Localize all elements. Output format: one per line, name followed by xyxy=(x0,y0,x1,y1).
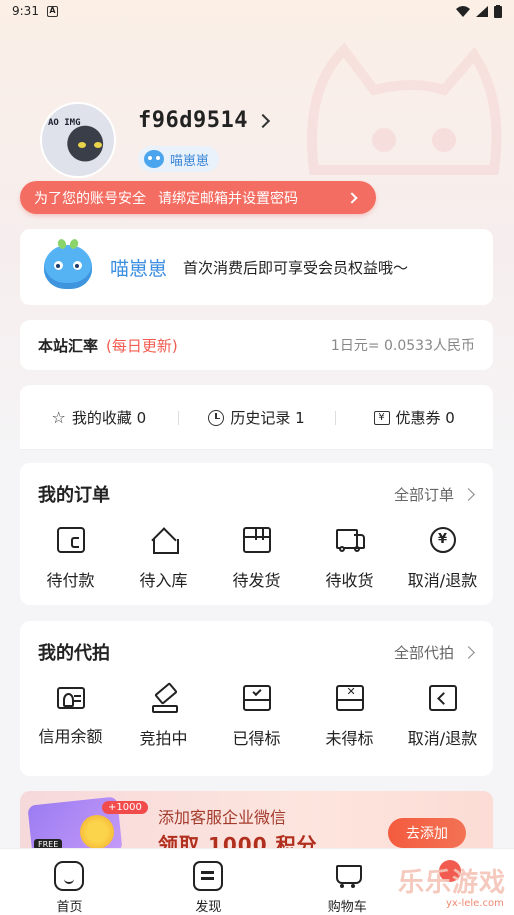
tab-home[interactable]: 首页 xyxy=(0,849,139,915)
proxy-lost[interactable]: ✕ 未得标 xyxy=(303,685,396,749)
wechat-promo-banner[interactable]: +1000 FREE 添加客服企业微信 领取 1000 积分 去添加 xyxy=(20,791,493,851)
tab-label: 购物车 xyxy=(327,900,367,915)
order-cancel-refund[interactable]: ¥ 取消/退款 xyxy=(396,527,489,591)
section-title: 我的订单 xyxy=(38,485,110,506)
chevron-right-icon xyxy=(346,191,358,204)
grid-label: 信用余额 xyxy=(38,727,103,746)
grid-label: 未得标 xyxy=(325,729,374,748)
clock-icon xyxy=(208,409,225,426)
security-alert-text2: 请绑定邮箱并设置密码 xyxy=(158,190,298,207)
favorites-label: 我的收藏 0 xyxy=(71,409,147,427)
all-orders-label: 全部订单 xyxy=(393,485,454,504)
tray-x-icon: ✕ xyxy=(335,685,364,711)
notification-a-icon: A xyxy=(46,5,58,17)
all-proxy-label: 全部代拍 xyxy=(393,643,454,662)
tab-label: 发现 xyxy=(195,900,222,915)
tab-discover[interactable]: 发现 xyxy=(139,849,278,915)
grid-label: 取消/退款 xyxy=(407,729,478,748)
return-icon xyxy=(428,685,457,711)
status-bar: 9:31 A xyxy=(0,0,514,22)
chevron-right-icon xyxy=(462,645,475,659)
order-pending-payment[interactable]: 待付款 xyxy=(24,527,117,591)
proxy-credit-balance[interactable]: 信用余额 xyxy=(24,685,117,749)
home-icon xyxy=(54,861,85,891)
security-alert-banner[interactable]: 为了您的账号安全 请绑定邮箱并设置密码 xyxy=(20,181,376,214)
refund-yen-icon: ¥ xyxy=(429,527,456,553)
member-card[interactable]: 喵崽崽 首次消费后即可享受会员权益哦～ xyxy=(20,229,493,305)
my-proxy-bids-card: 我的代拍 全部代拍 信用余额 竞拍中 已得标 ✕ 未得标 取消/退款 xyxy=(20,621,493,776)
order-pending-shipment[interactable]: 待发货 xyxy=(210,527,303,591)
chevron-right-icon xyxy=(462,487,475,501)
watermark-url: yx-lele.com xyxy=(446,898,504,909)
username: f96d9514 xyxy=(138,108,248,133)
member-description: 首次消费后即可享受会员权益哦～ xyxy=(183,258,409,277)
exchange-rate-note: (每日更新) xyxy=(106,336,178,355)
history-link[interactable]: 历史记录 1 xyxy=(177,407,336,428)
all-proxy-link[interactable]: 全部代拍 xyxy=(393,642,475,663)
tray-check-icon xyxy=(242,685,271,711)
profile-header: AO IMG f96d9514 喵崽崽 xyxy=(40,102,480,192)
tab-cart[interactable]: 购物车 xyxy=(278,849,417,915)
warehouse-icon xyxy=(150,527,179,554)
all-orders-link[interactable]: 全部订单 xyxy=(393,484,475,505)
star-icon: ☆ xyxy=(51,407,66,427)
section-title: 我的代拍 xyxy=(38,643,110,664)
proxy-bidding[interactable]: 竞拍中 xyxy=(117,685,210,749)
member-name: 喵崽崽 xyxy=(110,257,168,280)
username-row[interactable]: f96d9514 xyxy=(138,108,271,133)
divider xyxy=(20,449,493,450)
member-level-label: 喵崽崽 xyxy=(170,153,210,169)
grid-label: 已得标 xyxy=(232,729,281,748)
wallet-icon xyxy=(56,527,85,553)
exchange-rate-label: 本站汇率 xyxy=(38,336,99,355)
coin-illustration xyxy=(80,815,114,849)
grid-label: 待入库 xyxy=(139,571,188,590)
proxy-cancel-refund[interactable]: 取消/退款 xyxy=(396,685,489,749)
security-alert-text1: 为了您的账号安全 xyxy=(34,190,146,207)
grid-label: 待发货 xyxy=(232,571,281,590)
avatar-text: AO IMG xyxy=(48,118,81,128)
exchange-rate-value: 1日元= 0.0533人民币 xyxy=(330,338,475,354)
coupon-icon: ¥ xyxy=(373,410,390,425)
mascot-icon xyxy=(44,237,92,289)
coupons-label: 优惠券 0 xyxy=(395,409,455,427)
wifi-icon xyxy=(456,5,470,17)
gavel-icon xyxy=(150,685,178,713)
proxy-won[interactable]: 已得标 xyxy=(210,685,303,749)
avatar[interactable]: AO IMG xyxy=(40,102,116,178)
member-level-badge: 喵崽崽 xyxy=(138,146,220,172)
cart-icon xyxy=(332,861,363,891)
grid-label: 取消/退款 xyxy=(407,571,478,590)
exchange-rate-card: 本站汇率 (每日更新) 1日元= 0.0533人民币 xyxy=(20,320,493,370)
quick-links-bar: ☆ 我的收藏 0 历史记录 1 ¥ 优惠券 0 xyxy=(20,385,493,450)
add-wechat-button[interactable]: 去添加 xyxy=(388,818,466,848)
discover-icon xyxy=(193,861,224,891)
tab-label: 首页 xyxy=(56,900,83,915)
grid-label: 待收货 xyxy=(325,571,374,590)
avatar-eye-right xyxy=(94,142,102,148)
history-label: 历史记录 1 xyxy=(230,409,305,427)
my-orders-card: 我的订单 全部订单 待付款 待入库 待发货 待收货 ¥ 取消/退款 xyxy=(20,463,493,605)
avatar-eye-left xyxy=(78,142,86,148)
banner-title: 添加客服企业微信 xyxy=(158,808,287,827)
id-card-icon xyxy=(56,687,85,709)
order-pending-receipt[interactable]: 待收货 xyxy=(303,527,396,591)
status-time: 9:31 xyxy=(12,4,39,18)
grid-label: 竞拍中 xyxy=(139,729,188,748)
chevron-right-icon xyxy=(255,113,271,128)
mascot-icon xyxy=(144,150,164,168)
watermark: 乐乐游戏 xyxy=(398,868,507,898)
package-icon xyxy=(242,527,271,553)
points-badge: +1000 xyxy=(102,801,148,814)
coupons-link[interactable]: ¥ 优惠券 0 xyxy=(335,407,493,428)
order-pending-warehouse[interactable]: 待入库 xyxy=(117,527,210,591)
favorites-link[interactable]: ☆ 我的收藏 0 xyxy=(20,407,178,428)
truck-icon xyxy=(335,527,365,553)
signal-icon xyxy=(476,5,488,17)
grid-label: 待付款 xyxy=(46,571,95,590)
battery-icon xyxy=(494,4,502,18)
